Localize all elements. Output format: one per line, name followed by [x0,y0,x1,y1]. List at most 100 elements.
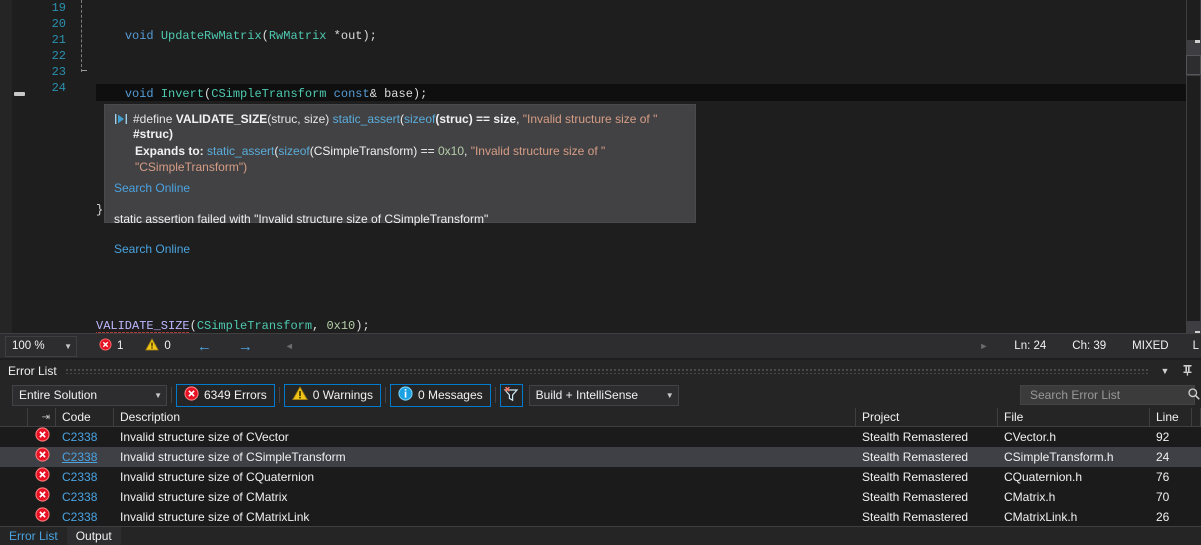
error-file-cell: CQuaternion.h [1004,470,1083,484]
search-input[interactable] [1028,387,1187,403]
outlining-guide-foot [81,70,87,71]
navigate-back-button[interactable]: ← [197,338,212,355]
zoom-level-combo[interactable]: 100 % ▼ [5,335,77,357]
token-type: CSimpleTransform [196,319,313,333]
code-line-20: void Invert(CSimpleTransform const& base… [124,87,428,101]
clear-filter-button[interactable] [499,383,523,407]
error-description-cell: Invalid structure size of CSimpleTransfo… [120,450,346,464]
quick-info-tooltip: #define VALIDATE_SIZE(struc, size) stati… [104,104,696,256]
panel-pin-button[interactable] [1179,363,1195,379]
error-line-cell: 26 [1156,510,1170,524]
error-code-link[interactable]: C2338 [62,510,97,524]
error-code-cell[interactable]: C2338 [56,507,114,527]
column-header-extra[interactable] [1192,407,1201,427]
token-function: Invert [160,87,205,101]
message-literal: "Invalid structure size of " [522,112,658,126]
sizeof-token: sizeof [404,112,436,126]
search-online-link-2[interactable]: Search Online [114,242,686,256]
errors-toggle-button[interactable]: 6349 Errors [176,383,275,407]
row-selector[interactable] [0,487,28,507]
search-icon[interactable] [1187,387,1201,404]
error-code-link[interactable]: C2338 [62,430,97,444]
severity-icon-cell [28,427,56,447]
zoom-level-value: 100 % [12,340,45,352]
tab-error-list[interactable]: Error List [0,527,67,545]
error-code-link[interactable]: C2338 [62,490,97,504]
scope-filter-combo[interactable]: Entire Solution ▼ [12,384,167,406]
macro-params: (struc, size) [267,112,330,126]
table-row[interactable]: C2338 Invalid structure size of CMatrix … [0,487,1201,507]
navigate-forward-button[interactable]: → [238,338,253,355]
line-number: 23 [51,65,66,79]
column-header-description[interactable]: Description [114,407,856,427]
error-code-cell[interactable]: C2338 [56,487,114,507]
error-circle-icon [34,427,50,447]
row-selector[interactable] [0,507,28,527]
status-error-count[interactable]: 1 [99,338,123,354]
error-project-cell: Stealth Remastered [862,490,969,504]
bookmark-glyph-icon[interactable] [12,88,28,98]
sizeof-arg: (struc) [435,112,473,126]
error-list-panel: Error List ▼ Entire Solution ▼ 6349 Erro… [0,360,1201,545]
row-selector[interactable] [0,427,28,447]
trailing-indicator: L [1192,340,1199,352]
error-code-cell[interactable]: C2338 [56,427,114,447]
bottom-tool-window-tabs: Error List Output [0,526,1201,545]
quick-info-define-text: #define VALIDATE_SIZE(struc, size) stati… [133,112,658,141]
table-row[interactable]: C2338 Invalid structure size of CVector … [0,427,1201,447]
column-header-line[interactable]: Line [1150,407,1192,427]
row-selector[interactable] [0,467,28,487]
table-row[interactable]: C2338 Invalid structure size of CQuatern… [0,467,1201,487]
code-editor[interactable]: 19 20 21 22 23 24 void UpdateRwMatrix(Rw… [0,0,1201,333]
search-online-link-1[interactable]: Search Online [114,181,686,195]
tab-output[interactable]: Output [66,527,121,545]
panel-dropdown-button[interactable]: ▼ [1157,363,1173,379]
editor-selection-margin [0,0,12,333]
macro-expand-icon [114,113,128,129]
editor-vertical-scrollbar[interactable] [1186,0,1201,333]
error-code-cell[interactable]: C2338 [56,447,114,467]
quick-info-define-row: #define VALIDATE_SIZE(struc, size) stati… [114,112,686,142]
error-code-link[interactable]: C2338 [62,470,97,484]
status-warning-count[interactable]: 0 [145,338,171,354]
row-extra-cell [1192,427,1201,447]
outlining-margin[interactable] [76,0,88,90]
line-number: 24 [51,81,66,95]
table-row[interactable]: C2338 Invalid structure size of CMatrixL… [0,507,1201,527]
outlining-guide [81,0,82,72]
error-circle-icon [34,507,50,527]
column-header-severity[interactable]: ⇥ [28,407,56,427]
row-extra-cell [1192,507,1201,527]
chevron-down-icon: ▼ [154,390,162,400]
editor-glyph-margin[interactable] [12,0,30,333]
error-list-grid[interactable]: ⇥ Code Description Project File Line C23… [0,407,1201,527]
error-description-cell: Invalid structure size of CMatrixLink [120,510,310,524]
column-header-file[interactable]: File [998,407,1150,427]
encoding-indicator: MIXED [1132,340,1169,352]
token-keyword: void [124,87,154,101]
chevron-down-icon: ▼ [665,390,674,400]
panel-drag-grip[interactable] [64,368,1149,374]
chevron-down-icon: ▼ [1160,366,1170,376]
error-code-link[interactable]: C2338 [62,450,97,464]
build-filter-value: Build + IntelliSense [535,388,639,402]
error-count-value: 1 [117,340,124,352]
scroll-left-triangle-icon[interactable]: ◄ [285,341,294,351]
search-error-list-box[interactable] [1020,385,1200,405]
error-project-cell: Stealth Remastered [862,470,969,484]
token-arg: base [384,87,413,101]
error-code-cell[interactable]: C2338 [56,467,114,487]
scrollbar-track-upper [1187,0,1200,40]
warnings-toggle-button[interactable]: 0 Warnings [283,383,381,407]
column-header-code[interactable]: Code [56,407,114,427]
error-description-cell: Invalid structure size of CMatrix [120,490,288,504]
messages-toggle-button[interactable]: 0 Messages [389,383,491,407]
column-header-select[interactable] [0,407,28,427]
build-filter-combo[interactable]: Build + IntelliSense ▼ [528,384,679,406]
line-number: 21 [51,33,66,47]
scroll-right-triangle-icon[interactable]: ► [979,341,988,351]
table-row[interactable]: C2338 Invalid structure size of CSimpleT… [0,447,1201,467]
scrollbar-thumb[interactable] [1186,55,1201,75]
row-selector[interactable] [0,447,28,467]
column-header-project[interactable]: Project [856,407,998,427]
